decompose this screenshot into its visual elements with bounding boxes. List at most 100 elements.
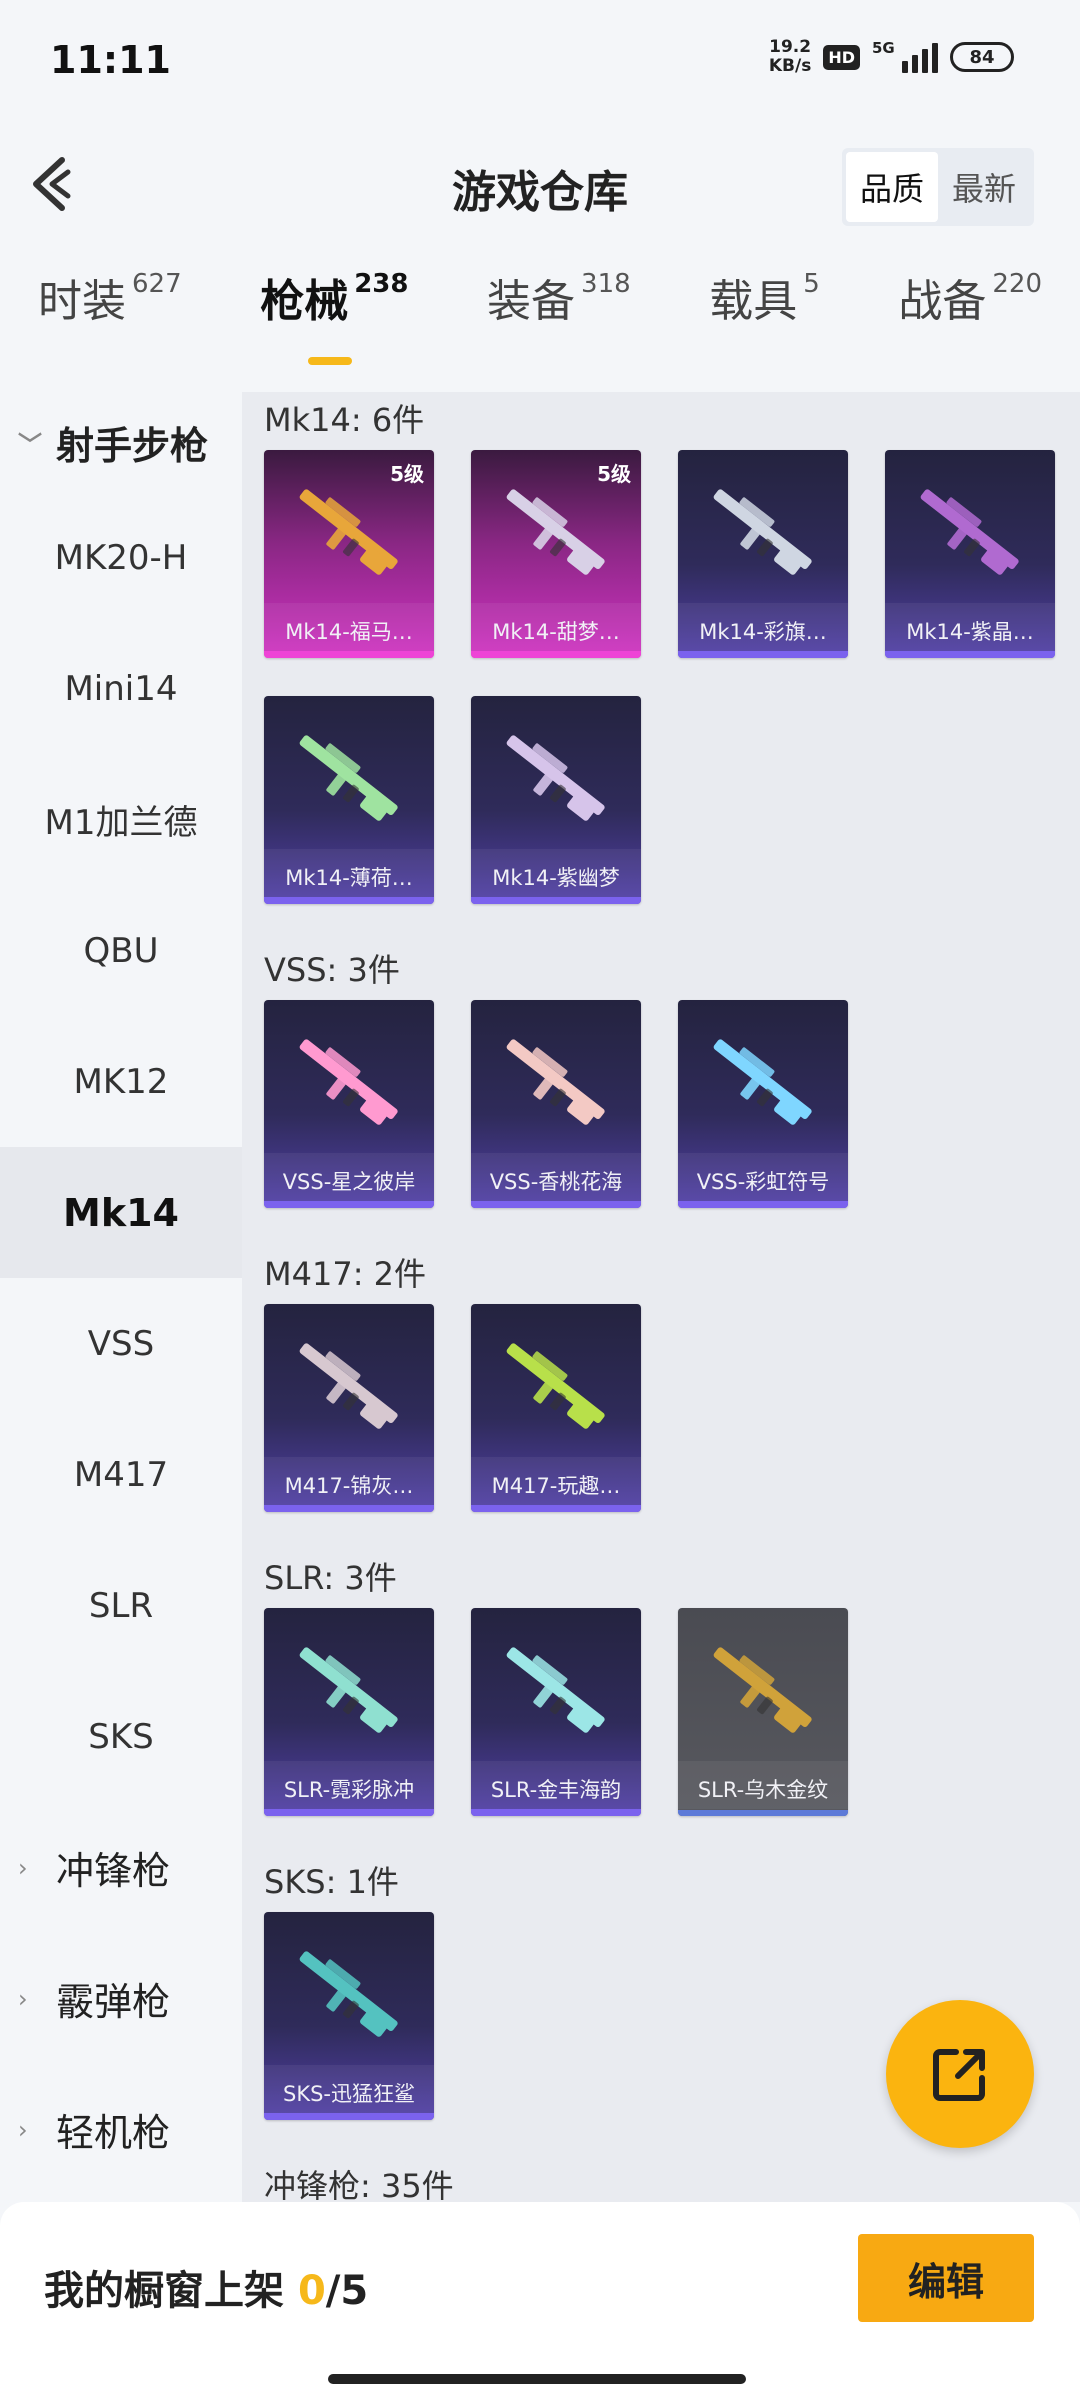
showcase-used: 0: [297, 2268, 326, 2314]
rifle-icon: [506, 1039, 605, 1125]
item-grid: VSS-星之彼岸 VSS-香桃花海 VSS-彩虹符号: [242, 1000, 1080, 1246]
sidebar-item-mk20h[interactable]: MK20-H: [0, 492, 242, 623]
tab-label: 枪械: [260, 276, 349, 327]
skin-name: Mk14-薄荷…: [285, 866, 413, 890]
tab-label: 装备: [487, 276, 576, 327]
sidebar-item-mk14[interactable]: Mk14: [0, 1147, 242, 1278]
weapon-skin-card[interactable]: Mk14-薄荷…: [264, 696, 434, 904]
section-title: SLR: 3件: [264, 1559, 397, 1597]
rifle-icon: [506, 489, 605, 575]
tab-label: 时装: [38, 276, 126, 327]
rifle-icon: [299, 1951, 398, 2037]
network-speed: 19.2 KB/s: [769, 38, 811, 76]
rifle-icon: [506, 1647, 605, 1733]
sort-latest-button[interactable]: 最新: [938, 152, 1030, 222]
chevron-right-icon: ›: [18, 1853, 28, 1882]
status-bar: 11:11 19.2 KB/s HD 5G 84: [0, 0, 1080, 120]
tab-count: 318: [581, 269, 631, 299]
sidebar-item-mini14[interactable]: Mini14: [0, 623, 242, 754]
status-icons: 19.2 KB/s HD 5G 84: [769, 38, 1014, 76]
weapon-skin-card[interactable]: Mk14-甜梦… 5级: [471, 450, 641, 658]
section-title: M417: 2件: [264, 1255, 427, 1293]
sidebar-item-m1garand[interactable]: M1加兰德: [0, 754, 242, 885]
sidebar-item-slr[interactable]: SLR: [0, 1540, 242, 1671]
skin-name: SKS-迅猛狂鲨: [282, 2082, 415, 2106]
sidebar-item-vss[interactable]: VSS: [0, 1278, 242, 1409]
bottom-bar: 我的橱窗上架 0/5 编辑: [0, 2202, 1080, 2400]
weapon-skin-card[interactable]: VSS-彩虹符号: [678, 1000, 848, 1208]
rifle-icon: [713, 1039, 812, 1125]
tab-label: 战备: [898, 276, 987, 327]
skin-level-badge: 5级: [597, 462, 631, 486]
section-title: SKS: 1件: [264, 1863, 399, 1901]
weapon-skin-card[interactable]: Mk14-彩旗…: [678, 450, 848, 658]
speed-unit: KB/s: [768, 56, 812, 76]
weapon-skin-card[interactable]: M417-玩趣…: [471, 1304, 641, 1512]
chevron-down-icon: ﹀: [18, 430, 42, 459]
weapon-skin-card[interactable]: Mk14-紫幽梦: [471, 696, 641, 904]
weapon-skin-card[interactable]: SKS-迅猛狂鲨: [264, 1912, 434, 2120]
weapon-skin-card[interactable]: VSS-星之彼岸: [264, 1000, 434, 1208]
sidebar-item-m417[interactable]: M417: [0, 1409, 242, 1540]
sidebar-group-shotgun[interactable]: › 霰弹枪: [0, 1933, 242, 2064]
active-tab-indicator: [308, 357, 353, 365]
sidebar-group-label: 冲锋枪: [56, 1849, 171, 1893]
status-time: 11:11: [50, 38, 171, 82]
tab-vehicles[interactable]: 载具 5: [709, 265, 820, 375]
item-list: Mk14: 6件 Mk14-福马… 5级 Mk14-甜梦… 5级 Mk14-彩旗… Mk14…: [242, 392, 1080, 2202]
battery-icon: 84: [950, 42, 1014, 72]
tab-fashion[interactable]: 时装 627: [38, 265, 182, 375]
weapon-skin-card[interactable]: SLR-金丰海韵: [471, 1608, 641, 1816]
item-grid: SLR-霓彩脉冲 SLR-金丰海韵 SLR-乌木金纹: [242, 1608, 1080, 1854]
category-tabs: 时装 627 枪械 238 装备 318 载具 5 战备 220: [0, 265, 1080, 375]
tab-equipment[interactable]: 装备 318: [487, 265, 631, 375]
share-button[interactable]: [886, 2000, 1034, 2148]
rifle-icon: [299, 1343, 398, 1429]
section-title: 冲锋枪: 35件: [264, 2167, 454, 2202]
sidebar: ﹀ 射手步枪 MK20-H Mini14 M1加兰德 QBU MK12 Mk14…: [0, 392, 242, 2202]
item-grid: M417-锦灰… M417-玩趣…: [242, 1304, 1080, 1550]
weapon-skin-card[interactable]: M417-锦灰…: [264, 1304, 434, 1512]
skin-name: VSS-星之彼岸: [282, 1170, 416, 1194]
skin-name: VSS-香桃花海: [489, 1170, 623, 1194]
tab-count: 5: [803, 269, 820, 299]
weapon-skin-card[interactable]: SLR-霓彩脉冲: [264, 1608, 434, 1816]
sidebar-item-mk12[interactable]: MK12: [0, 1016, 242, 1147]
showcase-label: 我的橱窗上架: [44, 2268, 284, 2314]
chevron-right-icon: ›: [18, 1984, 28, 2013]
skin-name: M417-锦灰…: [284, 1474, 414, 1498]
sidebar-group-smg[interactable]: › 冲锋枪: [0, 1802, 242, 1933]
skin-name: SLR-霓彩脉冲: [283, 1778, 415, 1802]
rifle-icon: [713, 1647, 812, 1733]
sidebar-item-sks[interactable]: SKS: [0, 1671, 242, 1802]
weapon-skin-card[interactable]: Mk14-紫晶…: [885, 450, 1055, 658]
tab-firearms[interactable]: 枪械 238: [260, 265, 408, 375]
home-indicator: [328, 2374, 746, 2384]
sort-toggle: 品质 最新: [841, 148, 1034, 226]
sidebar-group-label: 射手步枪: [56, 423, 209, 468]
skin-name: SLR-乌木金纹: [697, 1778, 829, 1802]
tab-count: 220: [992, 269, 1042, 299]
showcase-total: /5: [325, 2268, 369, 2314]
rifle-icon: [299, 1039, 398, 1125]
sidebar-group-label: 轻机枪: [56, 2111, 171, 2155]
section-title: Mk14: 6件: [264, 401, 425, 439]
rifle-icon: [299, 1647, 398, 1733]
skin-name: VSS-彩虹符号: [696, 1170, 830, 1194]
skin-name: Mk14-紫晶…: [906, 620, 1034, 644]
weapon-skin-card[interactable]: VSS-香桃花海: [471, 1000, 641, 1208]
sidebar-item-qbu[interactable]: QBU: [0, 885, 242, 1016]
tab-supplies[interactable]: 战备 220: [898, 265, 1042, 375]
edit-button[interactable]: 编辑: [858, 2234, 1034, 2322]
sidebar-group-marksman[interactable]: ﹀ 射手步枪: [0, 392, 242, 492]
tab-count: 238: [354, 269, 409, 299]
share-icon: [933, 2049, 985, 2101]
rifle-icon: [920, 489, 1019, 575]
sidebar-group-lmg[interactable]: › 轻机枪: [0, 2064, 242, 2195]
weapon-skin-card[interactable]: SLR-乌木金纹: [678, 1608, 848, 1816]
signal-icon: 5G: [872, 39, 938, 73]
weapon-skin-card[interactable]: Mk14-福马… 5级: [264, 450, 434, 658]
section-title: VSS: 3件: [264, 951, 400, 989]
sort-quality-button[interactable]: 品质: [845, 152, 938, 222]
rifle-icon: [506, 1343, 605, 1429]
